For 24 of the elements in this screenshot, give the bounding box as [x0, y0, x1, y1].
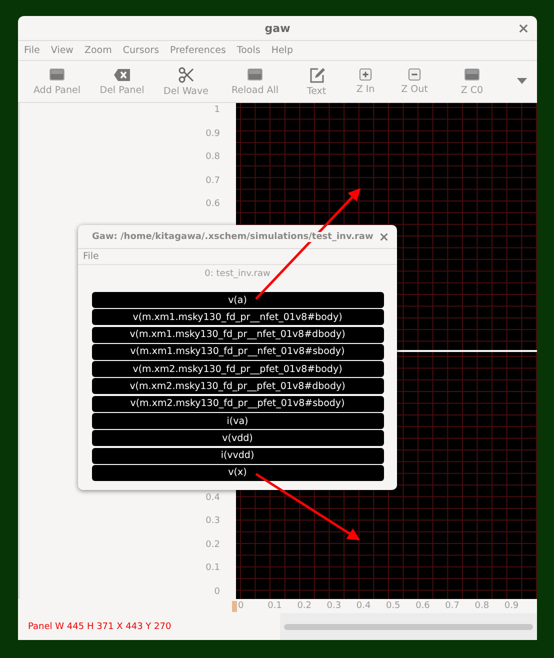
x-axis-label: 0.2 [297, 601, 313, 611]
y-axis-label: 0.2 [206, 538, 220, 552]
status-text: Panel W 445 H 371 X 443 Y 270 [27, 622, 172, 632]
x-axis-label: 0.7 [445, 601, 460, 611]
x-axis-label: 0.4 [356, 601, 372, 611]
y-axis-label: 0.3 [206, 515, 220, 528]
window-title: gaw [264, 22, 290, 34]
x-axis-label: 0.3 [326, 601, 342, 611]
x-axis-label: 0 [238, 601, 245, 611]
x-axis-label: 0.8 [474, 601, 490, 611]
y-axis-label: 0.6 [206, 198, 220, 212]
y-axis-label: 0.4 [206, 492, 220, 505]
x-axis-label: 0.9 [504, 601, 520, 611]
y-axis-label: 0.9 [206, 128, 220, 141]
y-axis-label: 0 [214, 586, 220, 599]
x-axis-label: 0.6 [416, 601, 431, 611]
x-axis-label: 0.5 [386, 601, 402, 611]
y-axis-label: 0.8 [206, 151, 220, 164]
y-axis-label: 0.7 [206, 174, 220, 188]
x-axis-label: 0.1 [268, 601, 283, 611]
file-label: 0: test_inv.raw [204, 269, 270, 279]
y-axis-label: 1 [214, 104, 220, 117]
y-axis-label: 0.1 [206, 562, 220, 576]
dialog-title: Gaw: /home/kitagawa/.xschem/simulations/test_inv.raw [92, 232, 374, 242]
